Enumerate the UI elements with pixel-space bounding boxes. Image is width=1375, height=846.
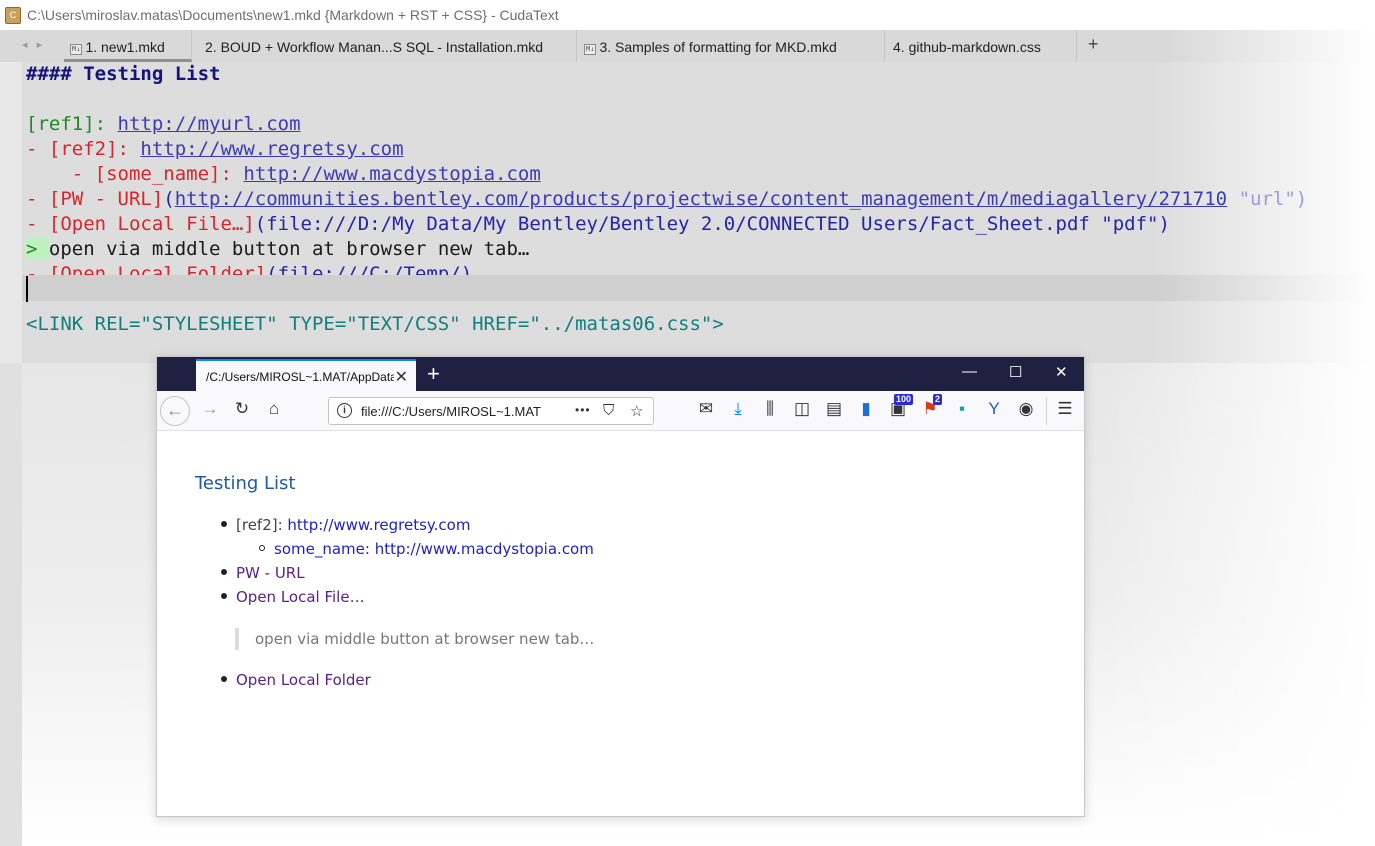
bullet-icon	[221, 569, 227, 575]
browser-toolbar: ← → ↻ ⌂ i file:///C:/Users/MIROSL~1.MAT/…	[157, 391, 1084, 431]
editor-line-7[interactable]: - [Open Local File…](file:///D:/My Data/…	[26, 212, 1170, 237]
browser-tab[interactable]: /C:/Users/MIROSL~1.MAT/AppData/Local/Tem…	[196, 359, 416, 391]
pw-url-link[interactable]: PW - URL	[236, 564, 305, 582]
ref2-link[interactable]: http://www.regretsy.com	[140, 138, 403, 160]
new-tab-button[interactable]: +	[427, 361, 440, 387]
extension-y-icon[interactable]: Y	[983, 399, 1005, 419]
badge-100: 100	[894, 394, 914, 405]
account-icon[interactable]: ◉	[1015, 399, 1037, 419]
tab-label: 4. github-markdown.css	[893, 39, 1041, 55]
ref1-link[interactable]: http://myurl.com	[118, 113, 301, 135]
tab-new1-mkd[interactable]: M↓ 1. new1.mkd	[64, 30, 192, 62]
code-editor[interactable]: #### Testing List [ref1]: http://myurl.c…	[0, 62, 1375, 363]
menu-icon[interactable]: ☰	[1054, 399, 1076, 419]
markdown-icon: M↓	[70, 44, 83, 55]
maximize-button[interactable]: ☐	[1009, 363, 1022, 381]
editor-gutter	[0, 62, 22, 363]
toolbar-separator	[1046, 397, 1047, 425]
tab-label: 1. new1.mkd	[85, 39, 165, 55]
home-icon[interactable]: ⌂	[263, 399, 285, 419]
list-item: Open Local File…	[221, 588, 365, 606]
minimize-button[interactable]: —	[962, 363, 977, 380]
save-icon[interactable]: ▪	[951, 399, 973, 419]
info-icon[interactable]: i	[337, 403, 352, 418]
reload-icon[interactable]: ↻	[231, 399, 253, 419]
cudatext-icon: C	[5, 7, 21, 24]
title-bar: C C:\Users\miroslav.matas\Documents\new1…	[0, 0, 1375, 30]
clipboard-icon[interactable]: ▤	[823, 399, 845, 419]
list-item: Open Local Folder	[221, 671, 371, 689]
browser-window: /C:/Users/MIROSL~1.MAT/AppData/Local/Tem…	[156, 356, 1085, 817]
page-heading: Testing List	[195, 473, 296, 494]
bullet-icon	[221, 676, 227, 682]
tab-label: 3. Samples of formatting for MKD.mkd	[599, 39, 837, 55]
badge-2: 2	[933, 394, 943, 405]
editor-line-1[interactable]: #### Testing List	[26, 62, 220, 87]
forward-arrow-icon[interactable]: →	[199, 399, 221, 419]
mail-icon[interactable]: ✉	[695, 399, 717, 419]
open-local-folder-link[interactable]: Open Local Folder	[236, 671, 371, 689]
tab-bar: ◂ ▸ M↓ 1. new1.mkd 2. BOUD + Workflow Man…	[0, 30, 1375, 62]
macdystopia-link[interactable]: some_name: http://www.macdystopia.com	[274, 540, 594, 558]
bullet-icon	[221, 521, 227, 527]
tab-github-markdown-css[interactable]: 4. github-markdown.css	[885, 30, 1077, 62]
back-arrow-icon[interactable]: ←	[160, 396, 190, 426]
tab-samples-formatting[interactable]: M↓ 3. Samples of formatting for MKD.mkd	[577, 30, 885, 62]
window-title: C:\Users\miroslav.matas\Documents\new1.m…	[27, 7, 559, 23]
editor-line-5[interactable]: - [some_name]: http://www.macdystopia.co…	[26, 162, 541, 187]
bookmark-star-icon[interactable]: ☆	[630, 402, 643, 420]
editor-gutter-lower	[0, 363, 22, 846]
page-actions-icon[interactable]: •••	[575, 403, 591, 417]
editor-line-6[interactable]: - [PW - URL](http://communities.bentley.…	[26, 187, 1307, 212]
browser-tab-title: /C:/Users/MIROSL~1.MAT/AppData/Local/Tem…	[206, 370, 394, 384]
open-local-file-link[interactable]: Open Local File…	[236, 588, 365, 606]
url-bar[interactable]: i file:///C:/Users/MIROSL~1.MAT/AppData …	[328, 397, 654, 425]
close-tab-icon[interactable]: ✕	[395, 367, 408, 387]
list-item: [ref2]: http://www.regretsy.com	[221, 516, 470, 534]
blockquote: open via middle button at browser new ta…	[235, 628, 594, 650]
tab-label: 2. BOUD + Workflow Manan...S SQL - Insta…	[205, 39, 544, 55]
tab-scroll-arrows-icon[interactable]: ◂ ▸	[22, 38, 45, 51]
download-icon[interactable]: ⤓	[727, 399, 749, 419]
circle-bullet-icon	[259, 545, 265, 551]
bullet-icon	[221, 593, 227, 599]
add-tab-button[interactable]: +	[1088, 34, 1099, 55]
tab-boud-workflow[interactable]: 2. BOUD + Workflow Manan...S SQL - Insta…	[192, 30, 577, 62]
browser-tab-strip: /C:/Users/MIROSL~1.MAT/AppData/Local/Tem…	[157, 357, 1084, 391]
list-item: some_name: http://www.macdystopia.com	[259, 540, 594, 558]
sidebar-icon[interactable]: ◫	[791, 399, 813, 419]
regretsy-link[interactable]: http://www.regretsy.com	[287, 516, 470, 534]
markdown-icon: M↓	[584, 44, 597, 55]
editor-line-3[interactable]: [ref1]: http://myurl.com	[26, 112, 301, 137]
list-item: PW - URL	[221, 564, 305, 582]
url-text[interactable]: file:///C:/Users/MIROSL~1.MAT/AppData	[361, 404, 541, 419]
rendered-page: Testing List [ref2]: http://www.regretsy…	[157, 431, 1084, 816]
some-name-link[interactable]: http://www.macdystopia.com	[243, 163, 540, 185]
pw-url-link[interactable]: http://communities.bentley.com/products/…	[175, 188, 1227, 210]
editor-line-8[interactable]: > open via middle button at browser new …	[26, 237, 529, 262]
editor-line-4[interactable]: - [ref2]: http://www.regretsy.com	[26, 137, 404, 162]
pocket-icon[interactable]: ⛉	[603, 402, 614, 419]
library-icon[interactable]: ⫼	[759, 399, 781, 419]
extension-doc-icon[interactable]: ▮	[855, 399, 877, 419]
text-caret	[26, 276, 28, 302]
current-line-highlight	[22, 275, 1375, 301]
close-window-button[interactable]: ✕	[1055, 363, 1068, 381]
editor-line-11[interactable]: <LINK REL="STYLESHEET" TYPE="TEXT/CSS" H…	[26, 312, 724, 337]
